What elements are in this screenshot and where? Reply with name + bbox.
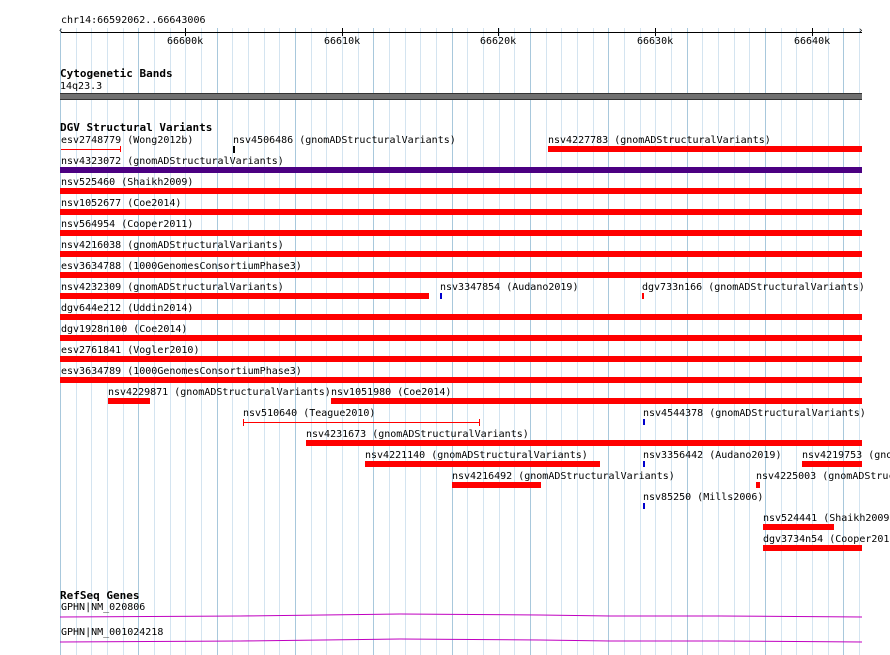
- gene-model-intron-line: [59, 613, 863, 618]
- gene-models: [59, 613, 863, 643]
- gene-model-intron-line: [59, 638, 863, 643]
